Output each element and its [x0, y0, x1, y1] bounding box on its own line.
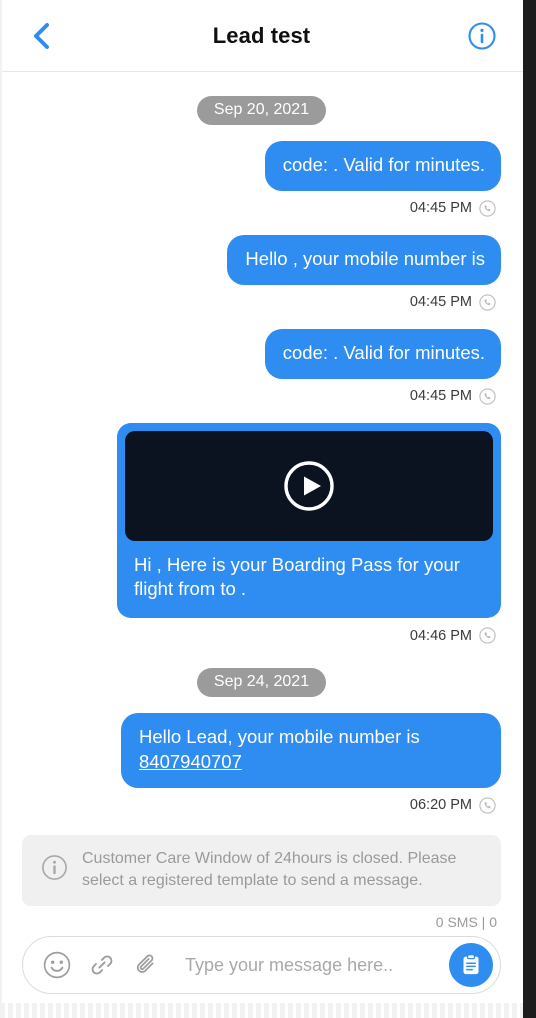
date-separator: Sep 20, 2021	[22, 96, 501, 125]
video-thumbnail[interactable]	[125, 430, 493, 541]
message-timestamp: 04:46 PM	[409, 627, 472, 644]
message-timestamp: 04:45 PM	[409, 200, 472, 217]
message-row: code: . Valid for minutes. 04:45 PM	[22, 141, 501, 231]
chat-header: Lead test	[0, 0, 523, 72]
message-composer[interactable]	[22, 936, 501, 994]
chevron-left-icon	[34, 22, 49, 49]
whatsapp-icon	[479, 388, 496, 405]
link-icon[interactable]	[88, 951, 116, 979]
message-meta: 04:46 PM	[410, 627, 496, 644]
message-list[interactable]: Sep 20, 2021 code: . Valid for minutes. …	[0, 72, 523, 835]
back-button[interactable]	[30, 19, 64, 53]
message-timestamp: 06:20 PM	[409, 797, 472, 814]
message-meta: 04:45 PM	[410, 294, 496, 311]
message-bubble[interactable]: Hello Lead, your mobile number is 840794…	[121, 713, 501, 788]
select-template-button[interactable]	[449, 943, 493, 987]
message-text: Hello Lead, your mobile number is	[139, 726, 420, 747]
notice-container: Customer Care Window of 24hours is close…	[0, 834, 523, 906]
right-window-edge	[523, 0, 536, 1018]
sms-counter: 0 SMS | 0	[435, 914, 497, 930]
chat-screen: Lead test Sep 20, 2021 code: . Valid for…	[0, 0, 536, 1018]
message-meta: 04:45 PM	[410, 388, 496, 405]
footer-band	[0, 1003, 523, 1018]
message-row: code: . Valid for minutes. 04:45 PM	[22, 328, 501, 419]
video-message-bubble[interactable]: Hi , Here is your Boarding Pass for your…	[117, 422, 501, 618]
message-bubble[interactable]: code: . Valid for minutes.	[264, 328, 501, 379]
date-pill-label: Sep 24, 2021	[196, 668, 327, 697]
message-meta: 04:45 PM	[410, 200, 496, 217]
composer-container	[0, 936, 523, 1003]
message-meta: 06:20 PM	[410, 797, 496, 814]
date-pill-label: Sep 20, 2021	[196, 96, 327, 125]
video-caption: Hi , Here is your Boarding Pass for your…	[134, 553, 460, 599]
notice-text: Customer Care Window of 24hours is close…	[82, 849, 457, 890]
page-title: Lead test	[212, 22, 311, 48]
paperclip-icon[interactable]	[133, 951, 161, 979]
customer-care-window-notice: Customer Care Window of 24hours is close…	[22, 834, 501, 906]
info-circle-icon	[468, 21, 496, 50]
message-timestamp: 04:45 PM	[409, 388, 472, 405]
play-circle-icon	[284, 461, 334, 511]
smiley-icon[interactable]	[43, 951, 71, 979]
message-bubble[interactable]: Hello , your mobile number is	[227, 234, 501, 285]
message-row: Hello Lead, your mobile number is 840794…	[22, 713, 501, 828]
app-viewport: Lead test Sep 20, 2021 code: . Valid for…	[0, 0, 523, 1018]
message-row-video: Hi , Here is your Boarding Pass for your…	[22, 422, 501, 658]
message-bubble[interactable]: code: . Valid for minutes.	[264, 141, 501, 191]
message-timestamp: 04:45 PM	[409, 294, 472, 311]
message-row: Hello , your mobile number is 04:45 PM	[22, 234, 501, 325]
template-clipboard-icon	[463, 954, 479, 975]
whatsapp-icon	[479, 797, 496, 814]
whatsapp-icon	[479, 294, 496, 311]
chat-info-button[interactable]	[467, 21, 497, 51]
left-window-edge	[0, 0, 2, 1018]
info-circle-icon	[41, 854, 68, 886]
phone-number-link[interactable]: 8407940707	[139, 751, 242, 772]
whatsapp-icon	[479, 627, 496, 644]
date-separator: Sep 24, 2021	[22, 668, 501, 697]
whatsapp-icon	[479, 200, 496, 217]
message-input[interactable]	[178, 953, 449, 977]
